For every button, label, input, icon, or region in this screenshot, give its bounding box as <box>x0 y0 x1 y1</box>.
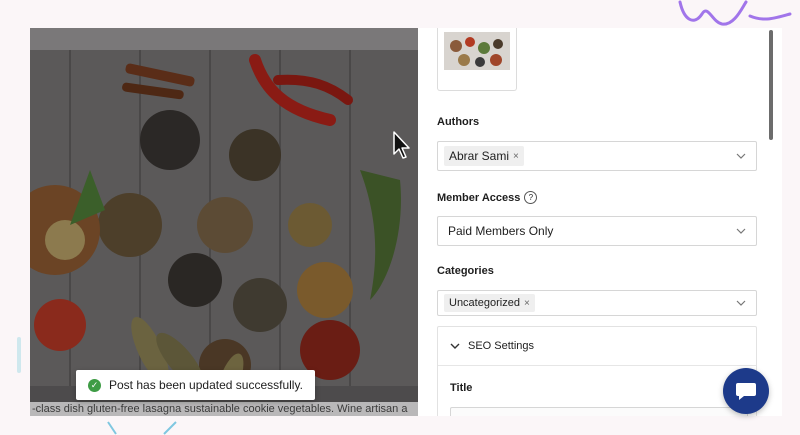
post-editor: -class dish gluten-free lasagna sustaina… <box>30 28 782 416</box>
categories-select[interactable]: Uncategorized × <box>437 290 757 316</box>
member-access-value: Paid Members Only <box>448 224 554 238</box>
category-tag-label: Uncategorized <box>449 297 520 309</box>
post-preview: -class dish gluten-free lasagna sustaina… <box>30 28 418 416</box>
seo-title-input[interactable] <box>450 407 748 416</box>
member-access-select[interactable]: Paid Members Only <box>437 216 757 246</box>
post-body-text: -class dish gluten-free lasagna sustaina… <box>30 402 418 416</box>
help-icon[interactable]: ? <box>524 191 538 204</box>
chevron-down-icon <box>736 228 746 234</box>
post-settings-sidebar: Authors Abrar Sami × Member Access? Paid… <box>418 28 782 416</box>
featured-image-preview <box>30 50 418 386</box>
authors-label: Authors <box>437 116 480 128</box>
divider <box>438 365 756 366</box>
category-tag: Uncategorized × <box>444 294 535 312</box>
cursor-icon <box>393 131 410 159</box>
check-circle-icon: ✓ <box>88 378 101 392</box>
author-tag: Abrar Sami × <box>444 146 524 166</box>
chat-button[interactable] <box>723 368 769 414</box>
seo-settings-heading: SEO Settings <box>468 340 535 352</box>
seo-title-label: Title <box>450 382 473 394</box>
member-access-label: Member Access? <box>437 191 538 204</box>
chevron-down-icon <box>450 343 460 349</box>
featured-image-thumb <box>444 32 510 70</box>
chevron-down-icon <box>736 153 746 159</box>
success-toast: ✓ Post has been updated successfully. <box>76 370 315 400</box>
sidebar-scrollbar[interactable] <box>768 28 774 142</box>
author-tag-label: Abrar Sami <box>449 149 510 163</box>
seo-settings-panel: SEO Settings Title <box>437 326 757 416</box>
remove-category-icon[interactable]: × <box>524 298 530 309</box>
preview-top-strip <box>30 28 418 50</box>
toast-message: Post has been updated successfully. <box>109 378 303 392</box>
decorative-mark <box>107 421 177 435</box>
decorative-mark <box>17 337 21 373</box>
chevron-down-icon <box>736 300 746 306</box>
scrollbar-thumb[interactable] <box>769 30 773 140</box>
categories-label: Categories <box>437 265 494 277</box>
seo-settings-toggle[interactable]: SEO Settings <box>438 327 756 365</box>
chat-icon <box>736 383 756 400</box>
remove-author-icon[interactable]: × <box>513 151 519 162</box>
featured-image-thumbnail[interactable] <box>437 28 517 91</box>
authors-select[interactable]: Abrar Sami × <box>437 141 757 171</box>
member-access-label-text: Member Access <box>437 192 521 204</box>
